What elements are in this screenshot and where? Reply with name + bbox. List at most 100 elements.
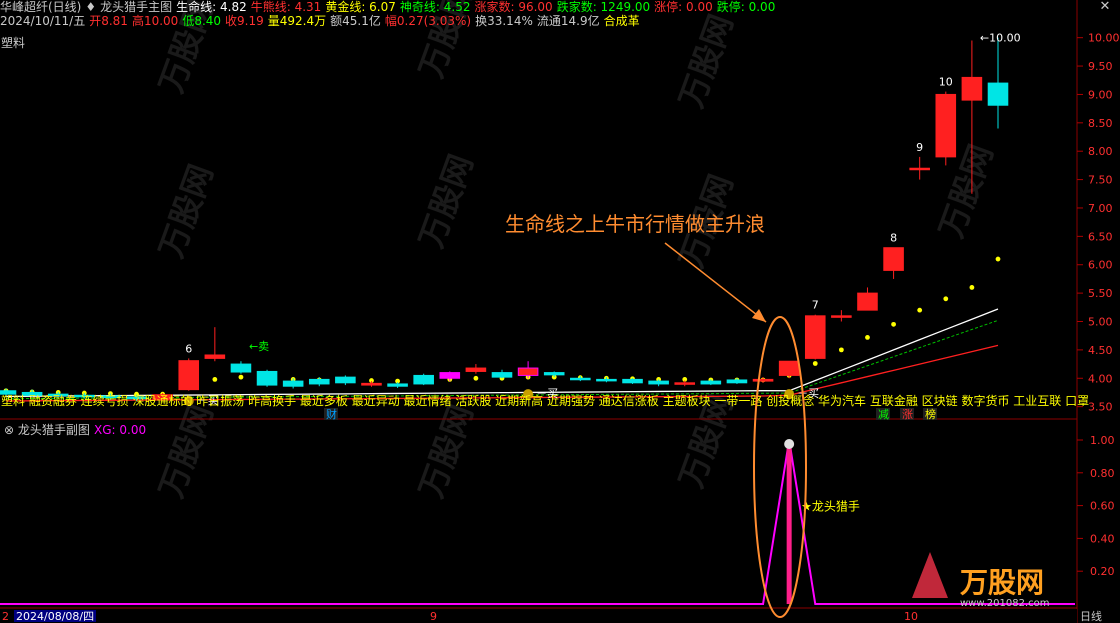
candle-body (543, 372, 565, 376)
brand-mark-icon (912, 552, 948, 598)
quote-field-9: 流通14.9亿 (536, 14, 600, 28)
quote-field-0: 2024/10/11/五 (0, 14, 86, 28)
watermark-layer: 万股网 万股网 万股网万股网 万股网 万股网 万股网万股网 万股网 万股网 (152, 0, 1001, 503)
candle-number-label: 10 (939, 76, 953, 89)
watermark-text: 万股网 (152, 160, 221, 263)
sub-formula-name: ⊗ 龙头猎手副图 (4, 423, 90, 437)
candle-body (935, 93, 957, 158)
candle-body (282, 380, 304, 387)
sector-label: 塑料 (1, 36, 26, 50)
candle-body (909, 167, 930, 171)
event-tag: 榜 (925, 407, 936, 421)
annotation-arrow (664, 242, 767, 323)
candle-body (230, 363, 252, 373)
annotation-layer: 塑料 融资融券 连续亏损 深股通标的 昨日振荡 昨高换手 最近多板 最近异动 最… (0, 212, 1102, 623)
candlestick-layer[interactable] (0, 37, 1009, 401)
candle-body (987, 82, 1009, 106)
candle-body (752, 378, 774, 382)
indicator-2: 黄金线: 6.07 (325, 0, 396, 14)
candle-body (308, 378, 330, 385)
quote-field-5: 量492.4万 (267, 14, 327, 28)
sub-tick-label: 0.60 (1090, 500, 1115, 513)
candle-body (778, 360, 800, 376)
candle-body (961, 76, 983, 101)
candle-body (204, 354, 226, 359)
event-tag: 减 (878, 408, 889, 421)
sell-signal-label: ←卖 (249, 340, 269, 353)
golden-dot (473, 375, 479, 381)
candle-body (726, 379, 748, 384)
quote-bar: 2024/10/11/五 开8.81 高10.00 低8.40 收9.19 量492.4万… (0, 14, 1120, 29)
candle-body (831, 315, 852, 318)
quote-field-4: 收9.19 (225, 14, 264, 28)
candle-body (857, 292, 878, 311)
candle-body (570, 377, 591, 381)
golden-dot (238, 374, 244, 380)
indicator-6: 涨停: 0.00 (654, 0, 713, 14)
main-header: 华峰超纤(日线) ♦ 龙头猎手主图 生命线: 4.82 牛熊线: 4.31 黄金线: 6.… (0, 0, 1120, 14)
price-tick-label: 5.50 (1088, 287, 1113, 300)
quote-field-7: 幅0.27(3.03%) (384, 14, 472, 28)
golden-dot (917, 307, 923, 313)
candle-body (256, 370, 278, 386)
golden-dot (969, 285, 975, 290)
price-tick-label: 7.00 (1088, 202, 1113, 215)
candle-number-label: 6 (185, 342, 192, 355)
indicator-4: 涨家数: 96.00 (474, 0, 553, 14)
price-tick-label: 10.00 (1088, 32, 1120, 45)
candle-body (335, 376, 356, 384)
indicator-0: 生命线: 4.82 (176, 0, 247, 14)
candle-body (596, 378, 617, 382)
quote-field-6: 额45.1亿 (330, 14, 381, 28)
price-tick-label: 4.50 (1088, 344, 1113, 357)
candle-body (517, 367, 539, 376)
candle-body (361, 382, 382, 386)
brand-logo: 万股网 (960, 566, 1044, 599)
golden-dot (838, 347, 844, 353)
golden-dot (812, 361, 818, 366)
arrowhead-icon (752, 309, 766, 322)
candle-body (804, 315, 826, 359)
golden-dot (943, 296, 949, 302)
candle-body (883, 247, 904, 271)
price-tick-label: 9.50 (1088, 60, 1113, 73)
candle-body (439, 372, 461, 379)
candle-body (622, 378, 643, 384)
xg-signal-bar (786, 440, 792, 604)
price-tick-label: 9.00 (1088, 88, 1113, 101)
golden-dot (891, 321, 896, 327)
golden-dot (212, 377, 218, 382)
quote-field-10: 合成革 (603, 14, 640, 28)
candle-body (648, 380, 669, 385)
indicator-1: 牛熊线: 4.31 (250, 0, 322, 14)
indicator-5: 跌家数: 1249.00 (556, 0, 651, 14)
sub-tick-label: 0.40 (1090, 532, 1115, 545)
candle-body (491, 372, 513, 378)
quote-field-2: 高10.00 (131, 14, 179, 28)
event-tag: 涨 (902, 408, 913, 421)
month-label: 10 (904, 610, 918, 623)
window-title: 华峰超纤(日线) (0, 0, 82, 14)
month-label: 2 (2, 610, 9, 623)
event-tag: 财 (326, 407, 337, 421)
close-icon[interactable]: ✕ (1092, 0, 1118, 13)
candle-body (178, 360, 200, 391)
sub-tick-label: 1.00 (1090, 434, 1115, 447)
candle-body (700, 380, 722, 385)
magic-line (5, 319, 999, 400)
golden-dot (995, 256, 1001, 262)
lock-icon: ♦ (85, 0, 97, 14)
sub-tick-label: 0.20 (1090, 565, 1115, 578)
quote-field-8: 换33.14% (475, 14, 533, 28)
price-tick-label: 3.50 (1088, 401, 1113, 414)
watermark-text: 万股网 (152, 400, 221, 503)
indicator-3: 神奇线: 4.52 (399, 0, 471, 14)
candle-number-label: 8 (890, 232, 897, 245)
indicator-7: 跌停: 0.00 (716, 0, 776, 14)
high-price-marker: ←10.00 (980, 32, 1021, 45)
quote-field-3: 低8.40 (182, 14, 222, 28)
xg-readout: XG: 0.00 (94, 423, 146, 437)
price-tick-label: 8.00 (1088, 145, 1113, 158)
price-axis: 10.00 9.50 9.00 8.50 8.00 7.50 7.00 6.50 6.00 5.5… (1088, 32, 1120, 414)
candle-number-label: 9 (916, 141, 923, 154)
